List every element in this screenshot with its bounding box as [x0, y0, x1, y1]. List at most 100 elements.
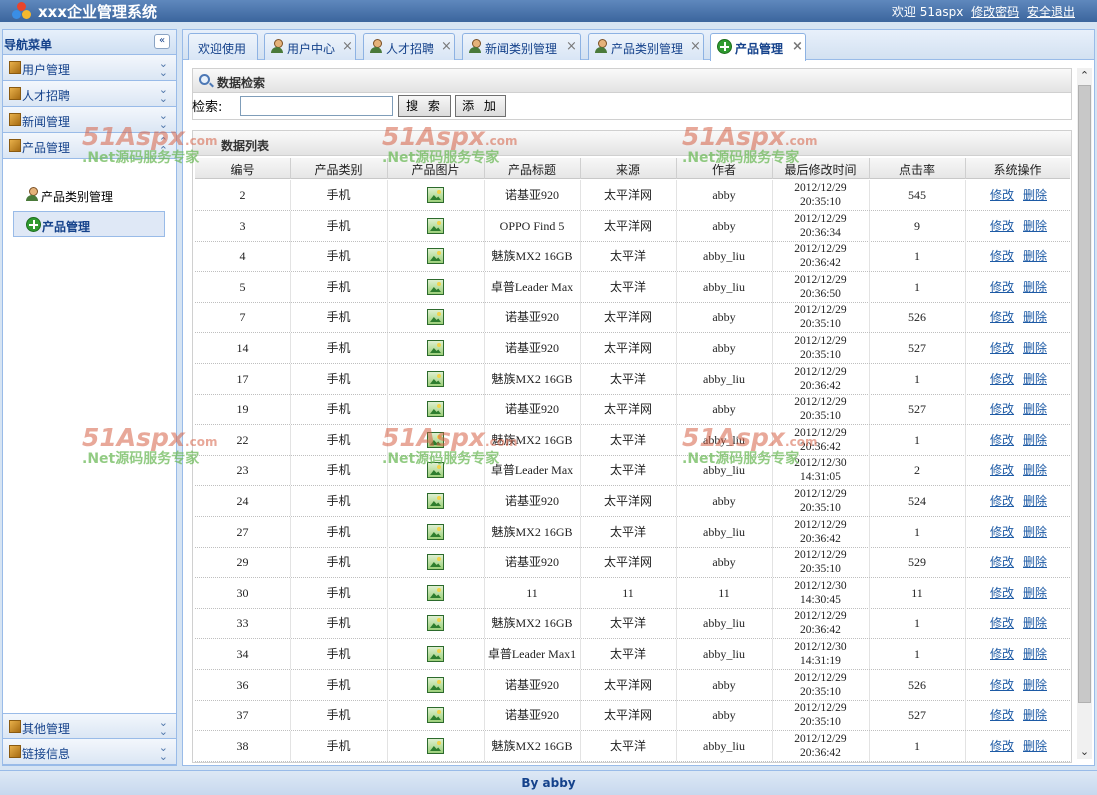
product-image-icon[interactable] — [427, 401, 444, 417]
double-chevron-down-icon[interactable]: ⌄ ⌄ — [159, 717, 168, 737]
product-image-icon[interactable] — [427, 218, 444, 234]
edit-link[interactable]: 修改 — [990, 547, 1014, 577]
product-image-icon[interactable] — [427, 585, 444, 601]
submenu-item-product[interactable]: 产品管理 — [13, 211, 165, 237]
edit-link[interactable]: 修改 — [990, 700, 1014, 730]
scrollbar-thumb[interactable] — [1078, 85, 1091, 703]
add-button[interactable]: 添 加 — [455, 95, 506, 117]
edit-link[interactable]: 修改 — [990, 333, 1014, 363]
close-icon[interactable]: × — [792, 39, 803, 54]
delete-link[interactable]: 删除 — [1023, 700, 1047, 730]
tab-recruitment[interactable]: 人才招聘 × — [363, 33, 455, 60]
edit-link[interactable]: 修改 — [990, 455, 1014, 485]
edit-link[interactable]: 修改 — [990, 670, 1014, 700]
accordion-product-management[interactable]: 产品管理 ⌃ ⌃ — [3, 133, 176, 159]
product-image-icon[interactable] — [427, 309, 444, 325]
product-image-icon[interactable] — [427, 677, 444, 693]
delete-link[interactable]: 删除 — [1023, 608, 1047, 638]
edit-link[interactable]: 修改 — [990, 364, 1014, 394]
edit-link[interactable]: 修改 — [990, 241, 1014, 271]
cell-author: abby_liu — [703, 433, 745, 447]
product-image-icon[interactable] — [427, 707, 444, 723]
accordion-other-management[interactable]: 其他管理 ⌄ ⌄ — [3, 713, 176, 739]
product-image-icon[interactable] — [427, 462, 444, 478]
cell-source: 太平洋 — [609, 433, 646, 447]
logout-link[interactable]: 安全退出 — [1027, 5, 1075, 19]
tab-news-category[interactable]: 新闻类别管理 × — [462, 33, 581, 60]
delete-link[interactable]: 删除 — [1023, 517, 1047, 547]
delete-link[interactable]: 删除 — [1023, 180, 1047, 210]
cell-category: 手机 — [326, 372, 351, 386]
edit-link[interactable]: 修改 — [990, 639, 1014, 669]
delete-link[interactable]: 删除 — [1023, 394, 1047, 424]
edit-link[interactable]: 修改 — [990, 608, 1014, 638]
product-image-icon[interactable] — [427, 279, 444, 295]
table-row: 2 手机 诺基亚920 太平洋网 abby 2012/12/29 20:35:10 545 修改… — [195, 180, 1070, 211]
tab-product-management[interactable]: 产品管理 × — [710, 33, 806, 61]
modified-clock: 20:36:50 — [800, 288, 841, 300]
product-image-icon[interactable] — [427, 493, 444, 509]
submenu-item-product-category[interactable]: 产品类别管理 — [13, 182, 165, 208]
double-chevron-down-icon[interactable]: ⌄ ⌄ — [159, 84, 168, 104]
product-image-icon[interactable] — [427, 248, 444, 264]
delete-link[interactable]: 删除 — [1023, 486, 1047, 516]
double-chevron-down-icon[interactable]: ⌄ ⌄ — [159, 110, 168, 130]
edit-link[interactable]: 修改 — [990, 394, 1014, 424]
close-icon[interactable]: × — [342, 39, 353, 54]
edit-link[interactable]: 修改 — [990, 486, 1014, 516]
cell-title: 诺基亚920 — [504, 402, 559, 416]
search-button[interactable]: 搜 索 — [398, 95, 451, 117]
delete-link[interactable]: 删除 — [1023, 333, 1047, 363]
product-image-icon[interactable] — [427, 371, 444, 387]
edit-link[interactable]: 修改 — [990, 302, 1014, 332]
cell-author: abby_liu — [703, 280, 745, 294]
product-image-icon[interactable] — [427, 615, 444, 631]
delete-link[interactable]: 删除 — [1023, 639, 1047, 669]
vertical-scrollbar[interactable]: ⌃ ⌄ — [1077, 68, 1092, 759]
accordion-recruitment[interactable]: 人才招聘 ⌄ ⌄ — [3, 81, 176, 107]
product-image-icon[interactable] — [427, 432, 444, 448]
search-input[interactable] — [240, 96, 393, 116]
delete-link[interactable]: 删除 — [1023, 425, 1047, 455]
edit-link[interactable]: 修改 — [990, 272, 1014, 302]
accordion-news-management[interactable]: 新闻管理 ⌄ ⌄ — [3, 107, 176, 133]
double-chevron-down-icon[interactable]: ⌄ ⌄ — [159, 742, 168, 762]
edit-link[interactable]: 修改 — [990, 578, 1014, 608]
delete-link[interactable]: 删除 — [1023, 364, 1047, 394]
product-image-icon[interactable] — [427, 646, 444, 662]
close-icon[interactable]: × — [690, 39, 701, 54]
edit-link[interactable]: 修改 — [990, 425, 1014, 455]
close-icon[interactable]: × — [566, 39, 577, 54]
edit-link[interactable]: 修改 — [990, 731, 1014, 761]
product-image-icon[interactable] — [427, 187, 444, 203]
double-chevron-left-icon[interactable]: « — [154, 34, 170, 49]
close-icon[interactable]: × — [441, 39, 452, 54]
accordion-links[interactable]: 链接信息 ⌄ ⌄ — [3, 739, 176, 765]
edit-link[interactable]: 修改 — [990, 517, 1014, 547]
delete-link[interactable]: 删除 — [1023, 211, 1047, 241]
scroll-up-icon[interactable]: ⌃ — [1077, 68, 1092, 83]
delete-link[interactable]: 删除 — [1023, 455, 1047, 485]
product-image-icon[interactable] — [427, 554, 444, 570]
tab-welcome[interactable]: 欢迎使用 — [188, 33, 258, 60]
scroll-down-icon[interactable]: ⌄ — [1077, 744, 1092, 759]
edit-link[interactable]: 修改 — [990, 180, 1014, 210]
product-image-icon[interactable] — [427, 340, 444, 356]
cell-category: 手机 — [326, 219, 351, 233]
delete-link[interactable]: 删除 — [1023, 547, 1047, 577]
edit-link[interactable]: 修改 — [990, 211, 1014, 241]
delete-link[interactable]: 删除 — [1023, 272, 1047, 302]
change-password-link[interactable]: 修改密码 — [971, 5, 1019, 19]
delete-link[interactable]: 删除 — [1023, 731, 1047, 761]
delete-link[interactable]: 删除 — [1023, 241, 1047, 271]
accordion-user-management[interactable]: 用户管理 ⌄ ⌄ — [3, 55, 176, 81]
product-image-icon[interactable] — [427, 524, 444, 540]
product-image-icon[interactable] — [427, 738, 444, 754]
double-chevron-down-icon[interactable]: ⌄ ⌄ — [159, 58, 168, 78]
tab-product-category[interactable]: 产品类别管理 × — [588, 33, 704, 60]
delete-link[interactable]: 删除 — [1023, 578, 1047, 608]
double-chevron-up-icon[interactable]: ⌃ ⌃ — [159, 136, 168, 156]
delete-link[interactable]: 删除 — [1023, 670, 1047, 700]
tab-user-center[interactable]: 用户中心 × — [264, 33, 356, 60]
delete-link[interactable]: 删除 — [1023, 302, 1047, 332]
